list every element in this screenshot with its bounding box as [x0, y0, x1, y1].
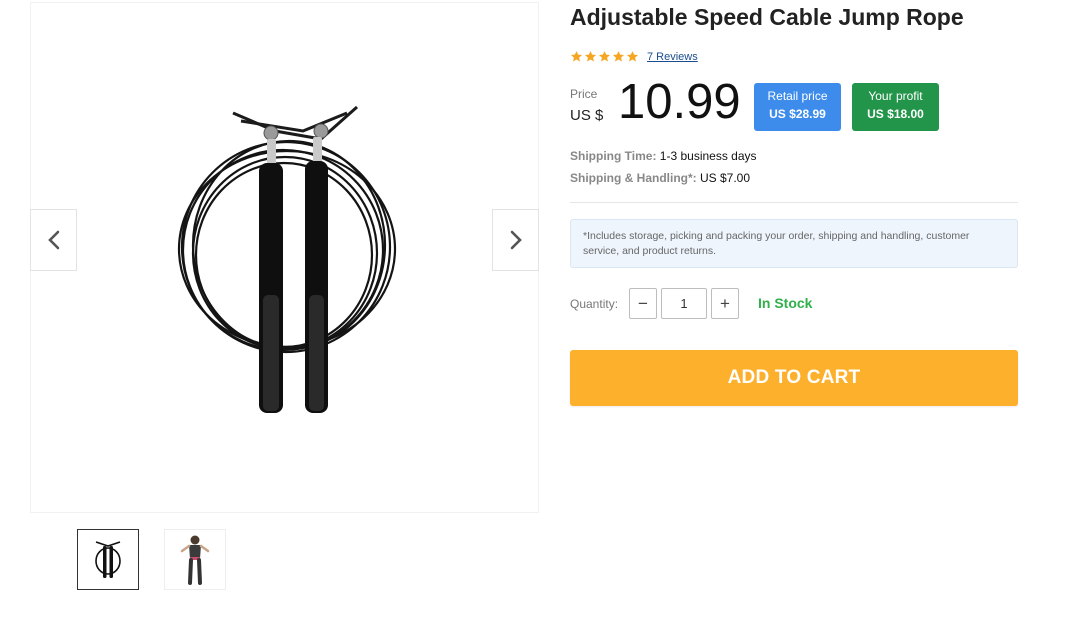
shipping-handling: Shipping & Handling*: US $7.00 — [570, 171, 750, 185]
product-title: Adjustable Speed Cable Jump Rope — [570, 4, 964, 30]
next-image-button[interactable] — [492, 209, 539, 271]
quantity-decrease-button[interactable]: − — [629, 288, 657, 319]
previous-image-button[interactable] — [30, 209, 77, 271]
thumbnail-jump-rope[interactable] — [77, 529, 139, 590]
price-currency: US $ — [570, 107, 604, 124]
divider — [570, 202, 1018, 203]
quantity-increase-button[interactable]: + — [711, 288, 739, 319]
profit-badge: Your profit US $18.00 — [852, 83, 939, 131]
profit-value: US $18.00 — [867, 107, 924, 121]
price-label: Price — [570, 87, 598, 101]
stock-status: In Stock — [758, 295, 813, 311]
shipping-time-label: Shipping Time: — [570, 149, 657, 163]
shipping-handling-value: US $7.00 — [700, 171, 751, 185]
product-image — [177, 105, 397, 413]
product-rating: 7 Reviews — [570, 50, 698, 63]
quantity-label: Quantity: — [570, 297, 619, 311]
star-icon — [626, 51, 639, 62]
star-icon — [570, 51, 583, 62]
shipping-time: Shipping Time: 1-3 business days — [570, 149, 757, 163]
chevron-left-icon — [47, 230, 59, 250]
quantity-input[interactable] — [661, 288, 707, 319]
star-icon — [584, 51, 597, 62]
thumbnail-person-jumping[interactable] — [164, 529, 226, 590]
star-icon — [598, 51, 611, 62]
jump-rope-thumbnail-image — [95, 540, 121, 578]
add-to-cart-button[interactable]: ADD TO CART — [570, 350, 1018, 406]
product-gallery — [30, 2, 539, 513]
person-thumbnail-image — [180, 535, 210, 585]
retail-price-label: Retail price — [767, 89, 828, 103]
shipping-note: *Includes storage, picking and packing y… — [570, 219, 1018, 268]
chevron-right-icon — [510, 230, 522, 250]
retail-price-badge: Retail price US $28.99 — [754, 83, 841, 131]
profit-label: Your profit — [868, 89, 923, 103]
shipping-time-value: 1-3 business days — [659, 149, 757, 163]
star-rating — [570, 50, 639, 63]
price-value: 10.99 — [618, 75, 741, 129]
shipping-handling-label: Shipping & Handling*: — [570, 171, 697, 185]
star-icon — [612, 51, 625, 62]
retail-price-value: US $28.99 — [769, 107, 826, 121]
product-page: Adjustable Speed Cable Jump Rope 7 Revie… — [0, 0, 1067, 618]
reviews-link[interactable]: 7 Reviews — [647, 51, 698, 63]
